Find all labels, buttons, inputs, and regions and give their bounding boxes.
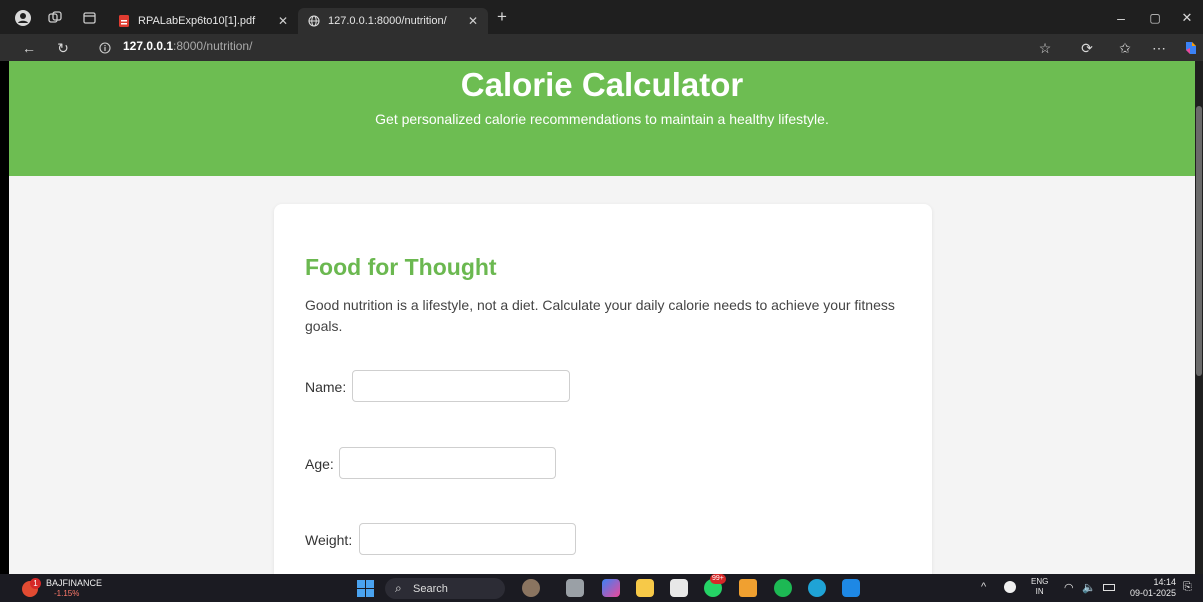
file-explorer-icon[interactable] — [636, 579, 654, 597]
weight-label: Weight: — [305, 532, 353, 548]
tab-nutrition[interactable]: 127.0.0.1:8000/nutrition/ ✕ — [298, 8, 488, 34]
show-hidden-icons[interactable]: ^ — [981, 581, 986, 593]
minimize-button[interactable]: – — [1112, 9, 1130, 27]
language-code: ENG — [1031, 577, 1049, 586]
volume-icon[interactable]: 🔈 — [1082, 581, 1096, 594]
stock-name: BAJFINANCE — [46, 578, 103, 588]
edge-icon[interactable] — [808, 579, 826, 597]
close-window-button[interactable]: ✕ — [1178, 9, 1196, 27]
vscode-icon[interactable] — [842, 579, 860, 597]
badge-app-icon[interactable] — [739, 579, 757, 597]
search-icon: ⌕ — [395, 581, 402, 595]
task-view-icon[interactable] — [566, 579, 584, 597]
store-icon[interactable] — [670, 579, 688, 597]
page-title: Calorie Calculator — [460, 66, 744, 103]
close-tab-icon[interactable]: ✕ — [468, 14, 478, 28]
pdf-icon — [118, 15, 130, 27]
url-path: :8000/nutrition/ — [173, 39, 253, 53]
region-code: IN — [1035, 587, 1044, 596]
back-arrow-icon[interactable]: ← — [20, 39, 38, 57]
url-field[interactable]: 127.0.0.1:8000/nutrition/ — [123, 39, 252, 53]
taskbar: 1 BAJFINANCE -1.15% ⌕ Search 99+ ^ ENG I… — [0, 574, 1203, 602]
profile-icon[interactable] — [14, 9, 32, 27]
notifications-icon[interactable]: ⎘ — [1183, 581, 1192, 594]
clock-date: 09-01-2025 — [1129, 588, 1176, 598]
page-subtitle: Get personalized calorie recommendations… — [375, 111, 829, 127]
wifi-icon[interactable]: ◠ — [1064, 581, 1074, 594]
page-viewport: Calorie Calculator Get personalized calo… — [9, 61, 1195, 574]
weight-input[interactable] — [359, 523, 576, 555]
vertical-scrollbar[interactable] — [1195, 61, 1203, 574]
close-tab-icon[interactable]: ✕ — [278, 14, 288, 28]
tab-actions-icon[interactable] — [80, 9, 98, 27]
clock[interactable]: 14:14 09-01-2025 — [1124, 577, 1176, 599]
browser-tab-bar: RPALabExp6to10[1].pdf ✕ 127.0.0.1:8000/n… — [0, 0, 1203, 34]
food-app-icon[interactable] — [522, 579, 540, 597]
card-intro: Good nutrition is a lifestyle, not a die… — [305, 297, 895, 334]
refresh-icon[interactable]: ↻ — [54, 39, 72, 57]
tab-title: RPALabExp6to10[1].pdf — [138, 15, 256, 27]
refresh-page-icon[interactable]: ⟳ — [1078, 39, 1096, 57]
restore-button[interactable]: ▢ — [1146, 9, 1164, 27]
favorite-star-icon[interactable]: ☆ — [1036, 39, 1054, 57]
favorites-icon[interactable]: ✩ — [1116, 39, 1134, 57]
taskbar-search[interactable]: ⌕ Search — [385, 578, 505, 599]
card-title: Food for Thought — [305, 254, 497, 280]
battery-icon[interactable] — [1103, 584, 1115, 591]
more-menu-icon[interactable]: ⋯ — [1150, 39, 1168, 57]
whatsapp-icon[interactable]: 99+ — [704, 574, 726, 597]
whatsapp-badge: 99+ — [710, 574, 726, 584]
address-bar: ← ↻ 127.0.0.1:8000/nutrition/ ☆ ⟳ ✩ ⋯ — [0, 34, 1203, 61]
copilot-taskbar-icon[interactable] — [602, 579, 620, 597]
new-tab-button[interactable]: + — [494, 7, 510, 26]
language-indicator[interactable]: ENG IN — [1031, 577, 1048, 597]
tab-pdf[interactable]: RPALabExp6to10[1].pdf ✕ — [108, 8, 298, 34]
globe-icon — [308, 15, 320, 27]
age-input[interactable] — [339, 447, 556, 479]
calculator-card: Food for Thought Good nutrition is a lif… — [274, 204, 932, 574]
clock-time: 14:14 — [1153, 577, 1176, 587]
stock-change: -1.15% — [54, 589, 80, 598]
url-host: 127.0.0.1 — [123, 39, 174, 53]
tray-app-icon[interactable] — [1004, 581, 1016, 593]
page-header: Calorie Calculator Get personalized calo… — [9, 61, 1195, 176]
site-info-icon[interactable] — [96, 39, 114, 57]
tab-title: 127.0.0.1:8000/nutrition/ — [328, 15, 447, 27]
stock-badge: 1 — [30, 578, 41, 589]
scrollbar-thumb[interactable] — [1196, 106, 1202, 376]
workspaces-icon[interactable] — [46, 9, 64, 27]
start-button[interactable] — [357, 580, 374, 597]
stock-widget[interactable]: 1 BAJFINANCE -1.15% — [22, 578, 122, 600]
search-label: Search — [413, 583, 448, 595]
age-label: Age: — [305, 456, 334, 472]
name-label: Name: — [305, 379, 347, 395]
copilot-icon[interactable] — [1181, 38, 1201, 58]
name-input[interactable] — [352, 370, 570, 402]
windows-icon — [357, 580, 374, 597]
spotify-icon[interactable] — [774, 579, 792, 597]
